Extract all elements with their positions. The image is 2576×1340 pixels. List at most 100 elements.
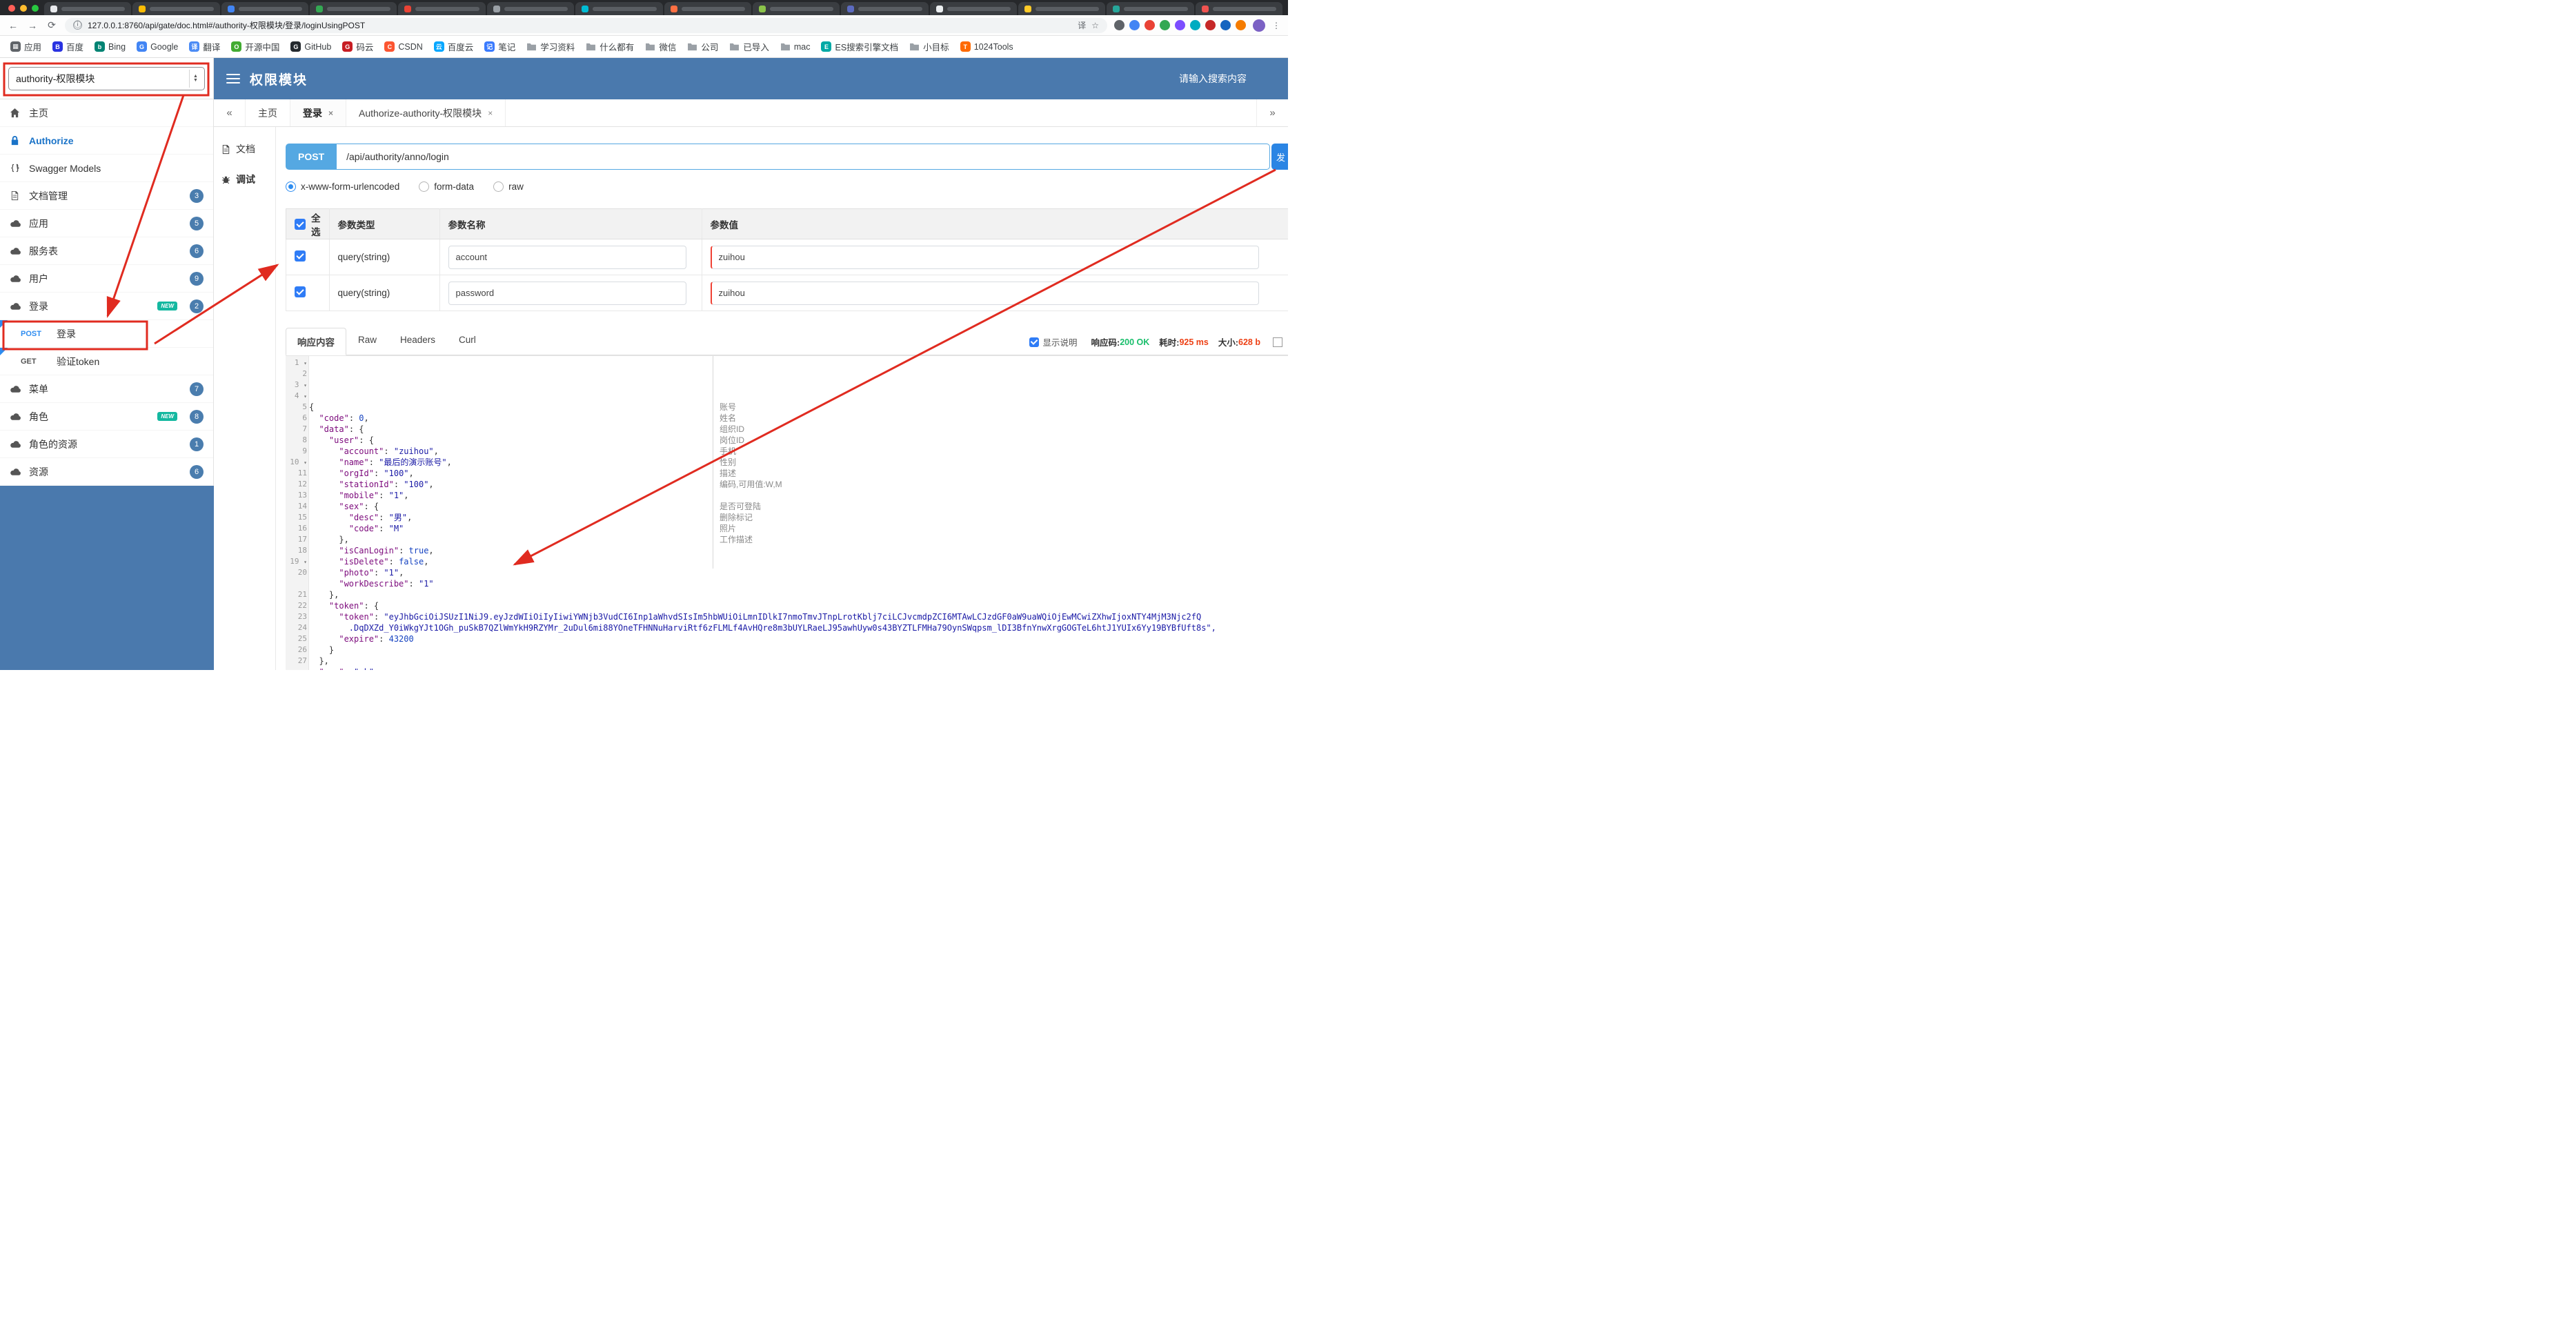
browser-tab[interactable] <box>1107 2 1194 15</box>
profile-avatar[interactable] <box>1253 19 1265 32</box>
sidebar-item[interactable]: 服务表 6 <box>0 237 213 265</box>
browser-tab[interactable] <box>44 2 132 15</box>
url-text[interactable]: 127.0.0.1:8760/api/gate/doc.html#/author… <box>88 19 1072 31</box>
select-all-checkbox[interactable] <box>295 218 306 230</box>
browser-tab[interactable] <box>1018 2 1106 15</box>
browser-tab[interactable] <box>486 2 575 15</box>
translate-icon[interactable]: 译 <box>1078 19 1086 31</box>
search-input[interactable]: 请输入搜索内容 <box>1179 72 1276 86</box>
bookmark-item[interactable]: B 百度 <box>48 38 88 55</box>
param-name-input[interactable]: password <box>448 281 686 305</box>
select-stepper-icon[interactable]: ▲ ▼ <box>189 69 201 88</box>
param-value-input[interactable]: zuihou <box>710 281 1259 305</box>
browser-tab[interactable] <box>575 2 663 15</box>
browser-tab[interactable] <box>841 2 929 15</box>
response-tab[interactable]: Headers <box>388 328 447 355</box>
browser-tab[interactable] <box>398 2 486 15</box>
extension-icon[interactable] <box>1129 20 1140 30</box>
extension-icon[interactable] <box>1205 20 1216 30</box>
bookmark-item[interactable]: G GitHub <box>286 39 336 54</box>
content-type-radio[interactable]: raw <box>493 181 524 192</box>
sidebar-api-item[interactable]: GET 验证token <box>0 348 213 375</box>
param-checkbox[interactable] <box>295 286 306 297</box>
bookmark-item[interactable]: 已导入 <box>724 38 774 55</box>
bookmark-item[interactable]: G 码云 <box>337 38 378 55</box>
sidebar-item[interactable]: 主页 <box>0 99 213 127</box>
doc-tab-debug[interactable]: 调试 <box>214 164 275 195</box>
sidebar-item[interactable]: 用户 9 <box>0 265 213 293</box>
sidebar-api-item[interactable]: POST 登录 <box>0 320 213 348</box>
tabs-scroll-left-icon[interactable]: « <box>214 99 246 126</box>
send-button[interactable]: 发 <box>1271 144 1288 170</box>
extension-icon[interactable] <box>1114 20 1124 30</box>
browser-tab[interactable] <box>1195 2 1283 15</box>
content-type-radio[interactable]: x-www-form-urlencoded <box>286 181 399 192</box>
param-name-input[interactable]: account <box>448 245 686 269</box>
browser-tab[interactable] <box>752 2 840 15</box>
browser-tab[interactable] <box>310 2 397 15</box>
sidebar-item[interactable]: 应用 5 <box>0 210 213 237</box>
sidebar-item[interactable]: 文档管理 3 <box>0 182 213 210</box>
extension-icon[interactable] <box>1160 20 1170 30</box>
bookmark-item[interactable]: ▦ 应用 <box>6 38 46 55</box>
main-tab[interactable]: Authorize-authority-权限模块 × <box>346 99 506 126</box>
sidebar-item[interactable]: Authorize <box>0 127 213 155</box>
select-all[interactable]: 全选 <box>295 210 321 238</box>
bookmark-item[interactable]: T 1024Tools <box>955 39 1018 54</box>
module-select[interactable]: authority-权限模块 ▲ ▼ <box>8 66 205 90</box>
sidebar-item[interactable]: 角色 NEW 8 <box>0 403 213 431</box>
bookmark-item[interactable]: 记笔记 <box>479 38 520 55</box>
param-checkbox[interactable] <box>295 250 306 262</box>
browser-tab[interactable] <box>132 2 220 15</box>
sidebar-item[interactable]: 登录 NEW 2 <box>0 293 213 320</box>
forward-icon[interactable]: → <box>26 20 39 31</box>
extension-icon[interactable] <box>1190 20 1200 30</box>
sidebar-item[interactable]: 角色的资源 1 <box>0 431 213 458</box>
show-desc-checkbox[interactable] <box>1029 337 1039 347</box>
browser-tab[interactable] <box>929 2 1017 15</box>
main-tab[interactable]: 主页 <box>246 99 290 126</box>
doc-tab-document[interactable]: 文档 <box>214 134 275 164</box>
response-editor[interactable]: 1 ▾ 2 3 ▾ 4 ▾ 5 6 7 8 9 10 ▾ 11 12 13 14 15 16 17 18 19 ▾ 2… <box>286 355 1288 670</box>
main-tab[interactable]: 登录 × <box>290 99 347 126</box>
bookmark-item[interactable]: 云百度云 <box>429 38 479 55</box>
bookmark-item[interactable]: 译翻译 <box>184 38 225 55</box>
minimize-window-icon[interactable] <box>20 5 27 12</box>
traffic-lights[interactable] <box>4 5 44 15</box>
bookmark-item[interactable]: E ES搜索引擎文档 <box>816 38 903 55</box>
close-icon[interactable]: × <box>488 108 493 118</box>
fullscreen-icon[interactable] <box>1273 337 1282 347</box>
bookmark-item[interactable]: 小目标 <box>904 38 954 55</box>
tabs-scroll-right-icon[interactable]: » <box>1256 99 1288 126</box>
zoom-window-icon[interactable] <box>32 5 39 12</box>
close-window-icon[interactable] <box>8 5 15 12</box>
bookmark-item[interactable]: b Bing <box>90 39 130 54</box>
extension-icon[interactable] <box>1236 20 1246 30</box>
browser-tab[interactable] <box>221 2 309 15</box>
response-tab[interactable]: 响应内容 <box>286 328 346 355</box>
browser-menu-icon[interactable]: ⋮ <box>1272 21 1281 30</box>
bookmark-item[interactable]: O 开源中国 <box>226 38 284 55</box>
bookmark-item[interactable]: mac <box>775 40 815 54</box>
hamburger-icon[interactable] <box>226 74 240 83</box>
bookmark-item[interactable]: 学习资料 <box>522 38 579 55</box>
sidebar-item[interactable]: 资源 6 <box>0 458 213 486</box>
bookmark-item[interactable]: 微信 <box>640 38 681 55</box>
site-info-icon[interactable]: ⓘ <box>73 21 82 30</box>
reload-icon[interactable]: ⟳ <box>46 19 58 31</box>
sidebar-item[interactable]: Swagger Models <box>0 155 213 182</box>
response-tab[interactable]: Curl <box>447 328 488 355</box>
sidebar-item[interactable]: 菜单 7 <box>0 375 213 403</box>
omnibox[interactable]: ⓘ 127.0.0.1:8760/api/gate/doc.html#/auth… <box>65 17 1107 33</box>
request-path[interactable]: /api/authority/anno/login <box>337 144 1270 170</box>
bookmark-item[interactable]: G Google <box>132 39 183 54</box>
extension-icon[interactable] <box>1175 20 1185 30</box>
browser-tab[interactable] <box>664 2 751 15</box>
response-tab[interactable]: Raw <box>346 328 388 355</box>
bookmark-star-icon[interactable]: ☆ <box>1091 21 1099 30</box>
bookmark-item[interactable]: 什么都有 <box>581 38 639 55</box>
extension-icon[interactable] <box>1145 20 1155 30</box>
content-type-radio[interactable]: form-data <box>419 181 474 192</box>
back-icon[interactable]: ← <box>7 20 19 31</box>
bookmark-item[interactable]: 公司 <box>682 38 723 55</box>
